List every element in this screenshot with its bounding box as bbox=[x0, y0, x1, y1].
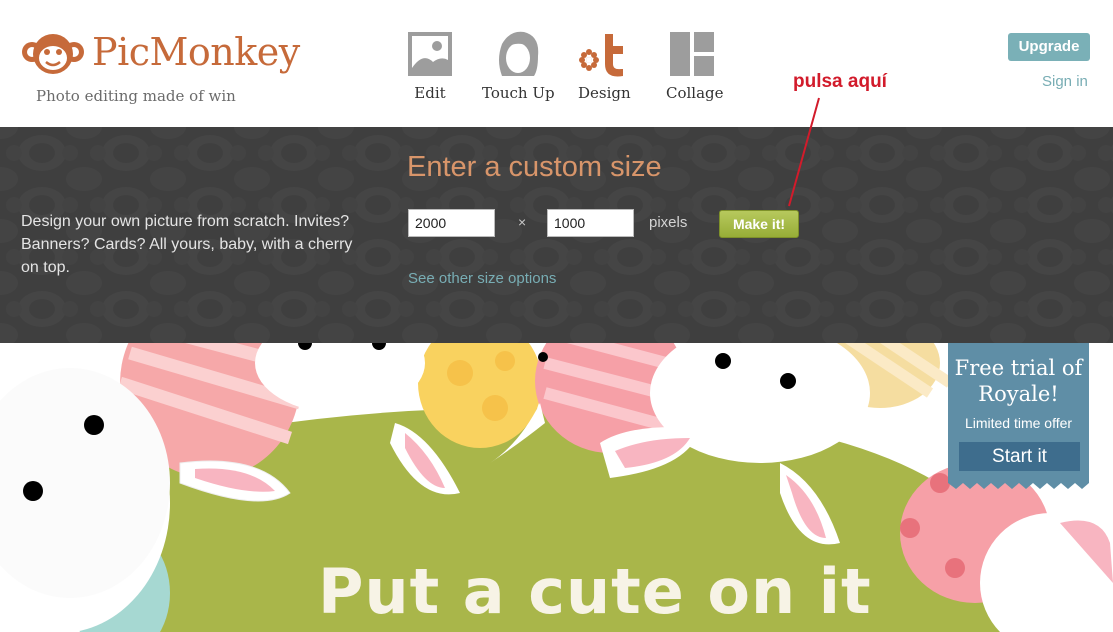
face-icon bbox=[499, 31, 539, 76]
photo-icon bbox=[408, 32, 452, 76]
nav-label-edit: Edit bbox=[414, 84, 446, 102]
nav-item-collage[interactable]: Collage bbox=[666, 30, 724, 102]
nav-label-touch-up: Touch Up bbox=[482, 84, 555, 102]
times-symbol: × bbox=[518, 214, 527, 230]
royale-promo-badge: Free trial of Royale! Limited time offer… bbox=[948, 343, 1089, 491]
hero-banner: Put a cute on it Free trial of Royale! L… bbox=[0, 343, 1113, 632]
width-input[interactable] bbox=[408, 209, 495, 237]
nav-label-collage: Collage bbox=[666, 84, 724, 102]
nav-item-touch-up[interactable]: Touch Up bbox=[482, 30, 555, 102]
nav-item-edit[interactable]: Edit bbox=[406, 30, 454, 102]
custom-size-title: Enter a custom size bbox=[407, 151, 662, 183]
monkey-logo-icon bbox=[22, 34, 84, 74]
brand-tagline: Photo editing made of win bbox=[36, 87, 236, 105]
sign-in-link[interactable]: Sign in bbox=[1042, 73, 1088, 90]
custom-size-description: Design your own picture from scratch. In… bbox=[21, 213, 353, 276]
design-icon bbox=[579, 34, 623, 77]
pixels-unit-label: pixels bbox=[649, 214, 688, 231]
upgrade-button[interactable]: Upgrade bbox=[1008, 33, 1090, 61]
collage-icon bbox=[670, 32, 714, 76]
see-other-sizes-link[interactable]: See other size options bbox=[408, 270, 556, 287]
annotation-label: pulsa aquí bbox=[793, 71, 887, 92]
brand-name: PicMonkey bbox=[92, 30, 300, 74]
promo-title: Free trial of Royale! bbox=[954, 356, 1083, 406]
start-trial-button[interactable]: Start it bbox=[959, 442, 1080, 471]
picmonkey-logo[interactable]: PicMonkey Photo editing made of win bbox=[20, 28, 300, 108]
promo-subtitle: Limited time offer bbox=[964, 415, 1073, 431]
hero-title: Put a cute on it bbox=[318, 555, 872, 628]
custom-size-panel: Design your own picture from scratch. In… bbox=[0, 127, 1113, 343]
height-input[interactable] bbox=[547, 209, 634, 237]
top-header: PicMonkey Photo editing made of win Edit… bbox=[0, 0, 1113, 127]
nav-item-design[interactable]: Design bbox=[578, 30, 631, 102]
annotation-arrow bbox=[788, 97, 820, 207]
nav-label-design: Design bbox=[578, 84, 631, 102]
